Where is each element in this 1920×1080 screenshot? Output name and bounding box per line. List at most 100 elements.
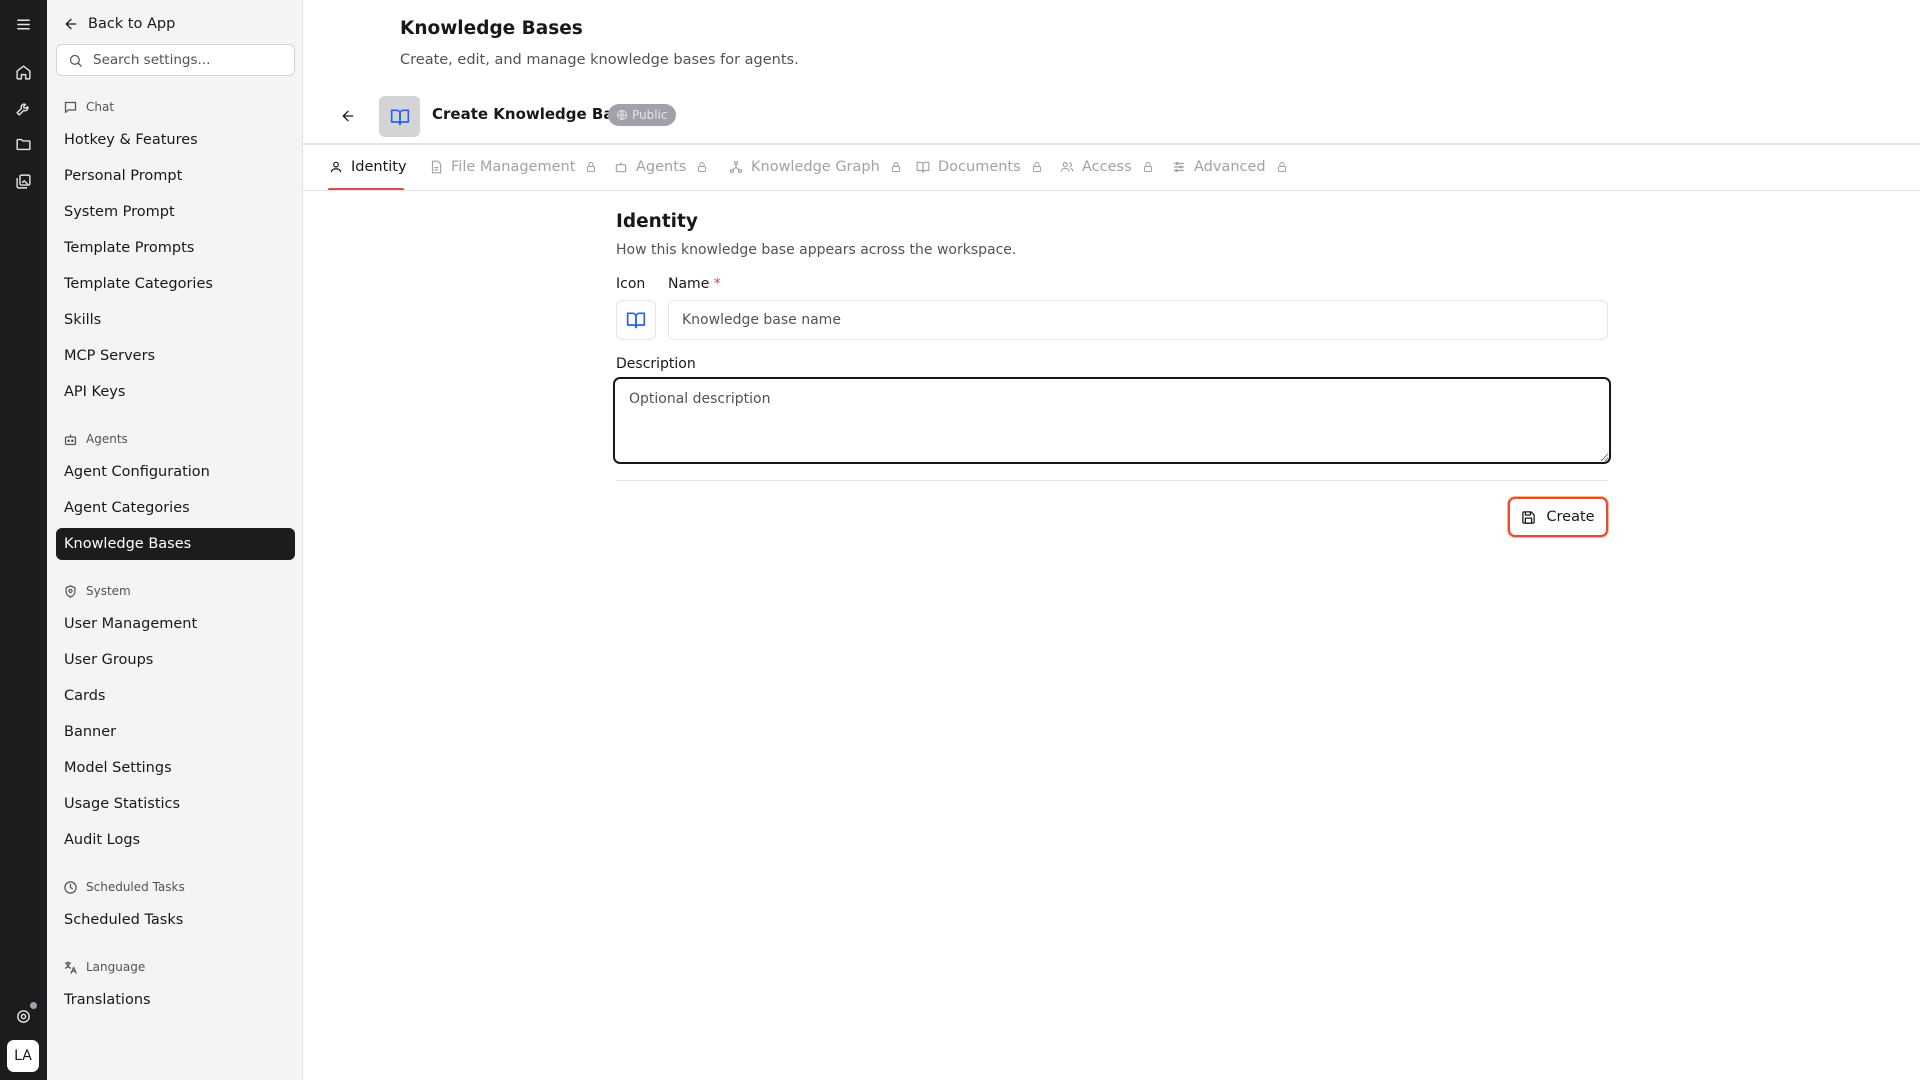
section-language-label: Language — [86, 960, 146, 974]
section-agents: Agents — [63, 429, 128, 449]
tab-file-management[interactable]: File Management — [429, 155, 597, 179]
knowledge-base-icon-tile — [379, 96, 420, 137]
lock-icon — [587, 162, 596, 172]
sidebar-item-banner[interactable]: Banner — [56, 716, 295, 748]
page-subtitle: Create, edit, and manage knowledge bases… — [400, 52, 799, 68]
lock-icon — [1143, 162, 1152, 172]
section-language: Language — [63, 957, 145, 977]
name-input[interactable] — [668, 300, 1608, 340]
section-system: System — [63, 581, 131, 601]
sidebar-item-cards[interactable]: Cards — [56, 680, 295, 712]
book-open-icon — [916, 161, 930, 173]
bot-icon — [615, 162, 627, 173]
sidebar-item-audit-logs[interactable]: Audit Logs — [56, 824, 295, 856]
arrow-left-icon — [65, 18, 77, 30]
sidebar-item-usage-statistics[interactable]: Usage Statistics — [56, 788, 295, 820]
book-open-icon — [626, 312, 646, 329]
sidebar-item-agent-categories[interactable]: Agent Categories — [56, 492, 295, 524]
lock-icon — [891, 162, 900, 172]
icon-label: Icon — [616, 276, 646, 292]
user-icon — [330, 161, 342, 173]
notification-dot — [30, 1002, 37, 1009]
sliders-icon — [1173, 162, 1185, 172]
tab-agents[interactable]: Agents — [614, 155, 708, 179]
back-button[interactable] — [336, 104, 360, 128]
lock-icon — [1277, 162, 1286, 172]
lock-icon — [1032, 162, 1041, 172]
graph-icon — [729, 160, 743, 174]
section-title: Identity — [616, 211, 698, 232]
create-button-label: Create — [1546, 509, 1595, 525]
sidebar-item-template-prompts[interactable]: Template Prompts — [56, 232, 295, 264]
form-divider — [616, 480, 1608, 481]
sidebar-item-user-management[interactable]: User Management — [56, 608, 295, 640]
sidebar-item-scheduled-tasks[interactable]: Scheduled Tasks — [56, 904, 295, 936]
clock-icon — [64, 880, 77, 894]
tab-advanced[interactable]: Advanced — [1172, 155, 1288, 179]
search-input[interactable] — [93, 52, 283, 68]
section-scheduled-label: Scheduled Tasks — [86, 880, 185, 894]
globe-icon — [617, 110, 627, 120]
description-textarea[interactable] — [613, 377, 1611, 464]
sidebar-item-skills[interactable]: Skills — [56, 304, 295, 336]
icon-picker-button[interactable] — [616, 300, 656, 340]
sidebar-item-hotkey[interactable]: Hotkey & Features — [56, 124, 295, 156]
visibility-badge: Public — [608, 104, 676, 126]
sidebar-item-knowledge-bases[interactable]: Knowledge Bases — [56, 528, 295, 560]
section-system-label: System — [86, 584, 131, 598]
tab-documents[interactable]: Documents — [916, 155, 1043, 179]
translate-icon — [64, 960, 77, 974]
sidebar-item-mcp-servers[interactable]: MCP Servers — [56, 340, 295, 372]
editor-title: Create Knowledge Base — [432, 105, 633, 123]
sidebar-item-personal-prompt[interactable]: Personal Prompt — [56, 160, 295, 192]
tab-identity-label: Identity — [351, 159, 407, 175]
tab-knowledge-graph[interactable]: Knowledge Graph — [729, 155, 902, 179]
sidebar-item-translations[interactable]: Translations — [56, 984, 295, 1016]
create-button[interactable]: Create — [1508, 497, 1608, 537]
back-to-app-label: Back to App — [88, 16, 176, 32]
wrench-icon[interactable] — [11, 96, 35, 120]
sidebar-item-system-prompt[interactable]: System Prompt — [56, 196, 295, 228]
icon-rail: LA — [0, 0, 47, 1080]
file-icon — [431, 160, 442, 174]
tab-identity[interactable]: Identity — [329, 155, 407, 179]
gallery-icon[interactable] — [11, 169, 35, 193]
settings-search[interactable] — [56, 44, 295, 76]
section-agents-label: Agents — [86, 432, 128, 446]
folder-icon[interactable] — [11, 132, 35, 156]
back-to-app-link[interactable]: Back to App — [63, 12, 175, 36]
tab-file-management-label: File Management — [451, 159, 576, 175]
tab-access-label: Access — [1082, 159, 1132, 175]
tab-knowledge-graph-label: Knowledge Graph — [751, 159, 880, 175]
book-open-icon — [390, 109, 409, 125]
arrow-left-icon — [342, 110, 354, 122]
tab-advanced-label: Advanced — [1194, 159, 1266, 175]
home-icon[interactable] — [11, 60, 35, 84]
shield-icon — [65, 584, 76, 598]
sidebar-item-user-groups[interactable]: User Groups — [56, 644, 295, 676]
page-title: Knowledge Bases — [400, 18, 583, 39]
chat-icon — [64, 101, 77, 113]
settings-sidebar: Back to App Chat Hotkey & Features Perso… — [47, 0, 303, 1080]
header-divider — [303, 143, 1920, 145]
name-label-text: Name — [668, 276, 710, 292]
search-icon — [69, 54, 82, 67]
section-description: How this knowledge base appears across t… — [616, 242, 1017, 258]
name-label: Name * — [668, 276, 721, 292]
sidebar-item-api-keys[interactable]: API Keys — [56, 376, 295, 408]
save-icon — [1522, 510, 1536, 524]
section-chat: Chat — [63, 97, 114, 117]
avatar[interactable]: LA — [7, 1040, 39, 1072]
tab-access[interactable]: Access — [1060, 155, 1154, 179]
sidebar-item-agent-configuration[interactable]: Agent Configuration — [56, 456, 295, 488]
tab-agents-label: Agents — [636, 159, 687, 175]
tab-documents-label: Documents — [938, 159, 1021, 175]
menu-icon[interactable] — [11, 12, 35, 36]
lock-icon — [698, 162, 707, 172]
tabs-divider — [303, 190, 1920, 191]
users-icon — [1060, 162, 1074, 172]
sidebar-item-model-settings[interactable]: Model Settings — [56, 752, 295, 784]
description-label: Description — [616, 356, 696, 372]
sidebar-item-template-categories[interactable]: Template Categories — [56, 268, 295, 300]
required-mark: * — [713, 276, 721, 292]
